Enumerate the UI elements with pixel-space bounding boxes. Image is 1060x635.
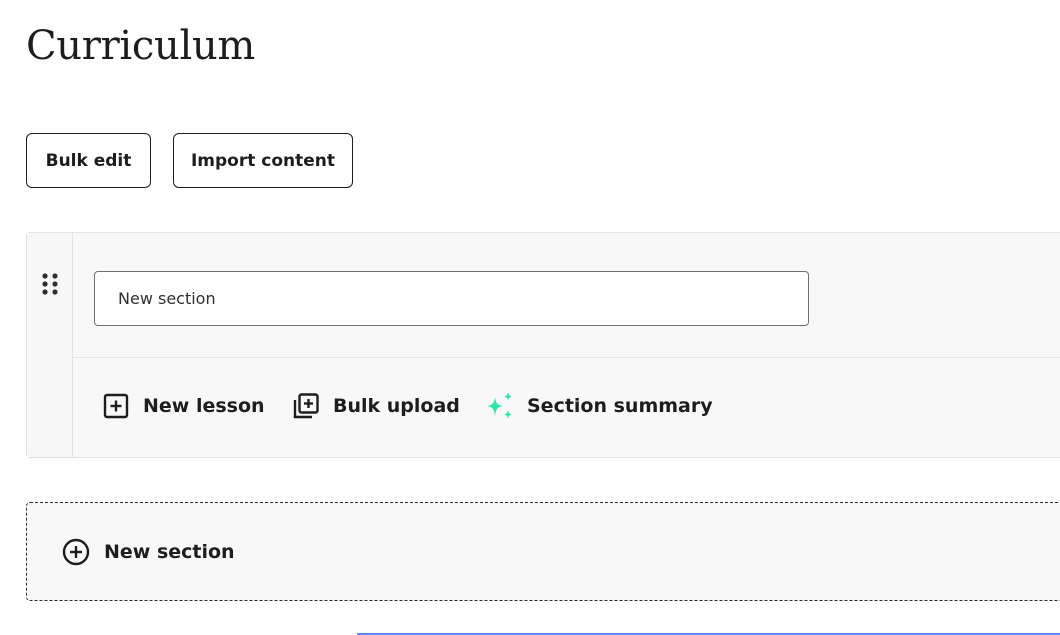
plus-circle-icon <box>61 537 91 567</box>
section-summary-label: Section summary <box>527 395 713 417</box>
page-title: Curriculum <box>26 23 256 69</box>
bulk-edit-button[interactable]: Bulk edit <box>26 133 151 188</box>
bulk-upload-button[interactable]: Bulk upload <box>291 388 460 424</box>
section-title-row <box>73 233 1060 358</box>
new-lesson-label: New lesson <box>143 395 265 417</box>
section-body: New lesson Bulk upload <box>73 233 1060 457</box>
drag-handle-icon[interactable] <box>40 271 60 297</box>
bulk-upload-label: Bulk upload <box>333 395 460 417</box>
add-section-area[interactable]: New section <box>26 502 1060 601</box>
sparkles-icon <box>485 391 515 421</box>
stacked-plus-square-icon <box>291 391 321 421</box>
curriculum-section: New lesson Bulk upload <box>26 232 1060 458</box>
plus-square-icon <box>101 391 131 421</box>
section-actions: New lesson Bulk upload Section summary <box>73 358 1060 457</box>
drag-rail <box>27 233 73 457</box>
new-section-label: New section <box>104 541 235 563</box>
section-summary-button[interactable]: Section summary <box>485 388 713 424</box>
new-section-button[interactable]: New section <box>61 534 235 570</box>
new-lesson-button[interactable]: New lesson <box>101 388 265 424</box>
import-content-button[interactable]: Import content <box>173 133 353 188</box>
section-title-input[interactable] <box>94 271 809 326</box>
